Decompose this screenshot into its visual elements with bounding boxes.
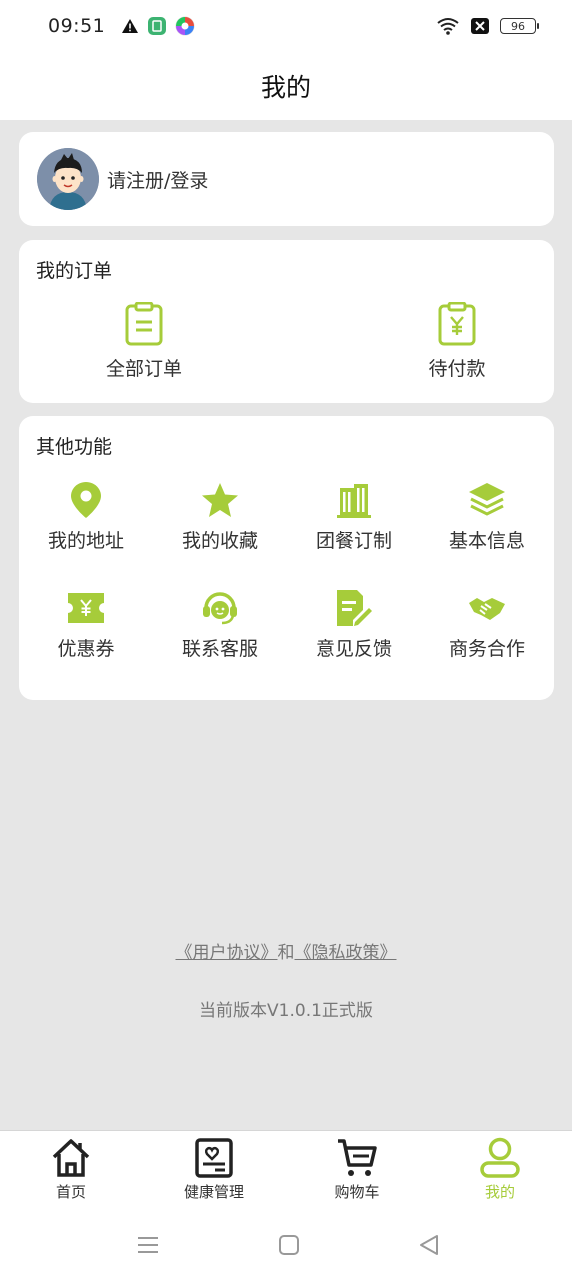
- recent-apps-button[interactable]: [133, 1232, 163, 1258]
- tab-mine[interactable]: 我的: [445, 1137, 555, 1202]
- privacy-policy-link[interactable]: 《隐私政策》: [295, 943, 397, 963]
- page-header: 我的: [0, 52, 572, 120]
- system-nav-bar: [0, 1210, 572, 1280]
- user-icon: [480, 1137, 520, 1178]
- feedback-label: 意见反馈: [315, 638, 392, 660]
- user-agreement-link[interactable]: 《用户协议》: [176, 943, 278, 963]
- tab-cart-label: 购物车: [334, 1183, 380, 1201]
- functions-title: 其他功能: [36, 436, 113, 458]
- square-icon: [279, 1235, 299, 1255]
- basic-info-button[interactable]: 基本信息: [422, 480, 552, 553]
- browser-notification-icon: [175, 16, 195, 36]
- status-time: 09:51: [48, 15, 106, 37]
- no-sim-icon: [471, 18, 489, 34]
- customer-service-label: 联系客服: [181, 638, 258, 660]
- menu-icon: [138, 1237, 158, 1253]
- all-orders-button[interactable]: 全部订单: [84, 302, 204, 381]
- coupon-icon: [68, 593, 104, 623]
- my-favorites-label: 我的收藏: [181, 530, 258, 552]
- tab-cart[interactable]: 购物车: [302, 1137, 412, 1202]
- wifi-icon: [437, 18, 459, 35]
- warning-icon: [122, 19, 139, 33]
- basic-info-label: 基本信息: [448, 530, 525, 552]
- bottom-tab-bar: 首页 健康管理 购物车 我的: [0, 1130, 572, 1210]
- feedback-button[interactable]: 意见反馈: [289, 588, 419, 661]
- avatar-image: [37, 148, 99, 210]
- star-icon: [202, 483, 238, 517]
- orders-card: 我的订单 全部订单 待付款: [19, 240, 554, 403]
- login-card[interactable]: 请注册/登录: [19, 132, 554, 226]
- customer-service-button[interactable]: 联系客服: [155, 588, 285, 661]
- agreement-links: 《用户协议》和《隐私政策》: [0, 938, 572, 963]
- coupon-label: 优惠券: [57, 638, 115, 660]
- location-pin-icon: [71, 482, 101, 518]
- tab-health-management-label: 健康管理: [183, 1183, 244, 1201]
- building-icon: [337, 484, 371, 518]
- group-meal-label: 团餐订制: [315, 530, 392, 552]
- back-nav-button[interactable]: [414, 1232, 444, 1258]
- headset-icon: [203, 592, 237, 625]
- my-address-label: 我的地址: [47, 530, 124, 552]
- back-triangle-icon: [420, 1235, 438, 1255]
- status-notification-icons: [121, 16, 195, 36]
- clipboard-yen-icon: [438, 302, 476, 346]
- battery-icon: 96: [500, 18, 539, 34]
- business-cooperation-label: 商务合作: [448, 638, 525, 660]
- layers-icon: [469, 483, 505, 516]
- group-meal-button[interactable]: 团餐订制: [289, 480, 419, 553]
- pending-payment-label: 待付款: [428, 358, 486, 380]
- page-title: 我的: [260, 73, 311, 102]
- app-notification-icon: [148, 17, 167, 35]
- feedback-edit-icon: [337, 590, 372, 626]
- version-text: 当前版本V1.0.1正式版: [199, 1001, 373, 1021]
- my-address-button[interactable]: 我的地址: [21, 480, 151, 553]
- clipboard-list-icon: [125, 302, 163, 346]
- coupon-button[interactable]: 优惠券: [21, 588, 151, 661]
- status-bar: 09:51 96: [0, 0, 572, 52]
- cart-icon: [338, 1139, 377, 1176]
- login-register-link[interactable]: 请注册/登录: [107, 166, 208, 193]
- home-nav-button[interactable]: [274, 1232, 304, 1258]
- tab-home[interactable]: 首页: [16, 1137, 126, 1202]
- health-report-icon: [195, 1138, 233, 1178]
- home-icon: [52, 1139, 90, 1177]
- functions-card: 其他功能 我的地址 我的收藏 团餐订制 基本信息 优惠券 联系客服 意见反馈 商…: [19, 416, 554, 700]
- tab-health-management[interactable]: 健康管理: [159, 1137, 269, 1202]
- battery-level: 96: [511, 19, 525, 33]
- handshake-icon: [469, 598, 505, 620]
- avatar[interactable]: [37, 148, 99, 210]
- agreement-conjunction: 和: [277, 943, 295, 963]
- tab-mine-label: 我的: [484, 1183, 515, 1201]
- business-cooperation-button[interactable]: 商务合作: [422, 588, 552, 661]
- all-orders-label: 全部订单: [105, 358, 182, 380]
- tab-home-label: 首页: [55, 1183, 86, 1201]
- status-system-icons: 96: [436, 17, 539, 35]
- orders-title: 我的订单: [36, 260, 113, 282]
- my-favorites-button[interactable]: 我的收藏: [155, 480, 285, 553]
- pending-payment-button[interactable]: 待付款: [397, 302, 517, 381]
